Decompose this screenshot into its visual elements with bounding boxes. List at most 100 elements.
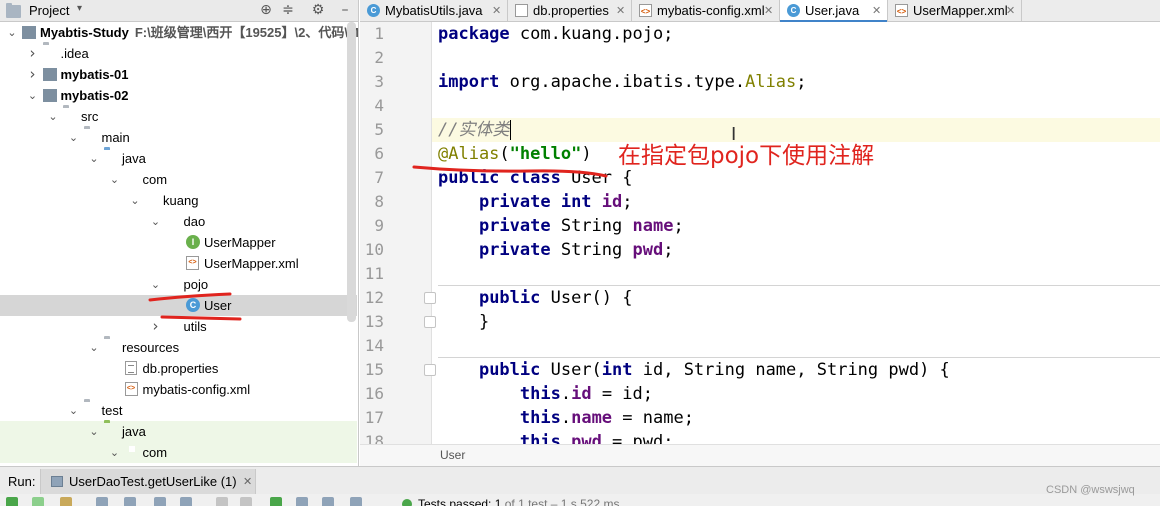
close-icon[interactable]: ✕: [243, 469, 252, 494]
tree-item[interactable]: db.properties: [0, 358, 357, 379]
gear-icon[interactable]: ⚙: [309, 1, 327, 19]
ignored-filter-icon[interactable]: [60, 497, 72, 506]
tree-item[interactable]: › .idea: [0, 43, 357, 64]
tree-item[interactable]: ⌄ main: [0, 127, 357, 148]
import-icon[interactable]: [296, 497, 308, 506]
chevron-down-icon[interactable]: ⌄: [6, 22, 18, 43]
chevron-down-icon[interactable]: ⌄: [68, 400, 80, 421]
minimize-icon[interactable]: –: [336, 1, 354, 19]
tree-item-label: pojo: [183, 277, 209, 292]
fold-marker-icon[interactable]: [424, 316, 436, 328]
code-token: ;: [796, 72, 807, 92]
tree-item[interactable]: › utils: [0, 316, 357, 337]
tree-item[interactable]: C User: [0, 295, 357, 316]
project-view-dropdown-icon[interactable]: ▾: [77, 3, 82, 14]
chevron-down-icon[interactable]: ⌄: [150, 211, 162, 232]
fold-marker-icon[interactable]: [424, 292, 436, 304]
code-line[interactable]: }: [438, 310, 489, 334]
properties-file-icon: [124, 361, 137, 375]
chevron-down-icon[interactable]: ⌄: [68, 127, 80, 148]
passed-filter-icon[interactable]: [32, 497, 44, 506]
code-token: User() {: [540, 288, 633, 308]
tree-item[interactable]: ⌄ test: [0, 400, 357, 421]
breadcrumb-item[interactable]: User: [440, 448, 465, 462]
editor-tab[interactable]: <> mybatis-config.xml ✕: [632, 0, 780, 22]
code-line[interactable]: private String pwd;: [438, 238, 674, 262]
code-token: @Alias: [438, 144, 500, 164]
tree-item[interactable]: ⌄ java: [0, 421, 357, 442]
previous-icon[interactable]: [216, 497, 228, 506]
chevron-down-icon[interactable]: ⌄: [88, 421, 100, 442]
project-view-label[interactable]: Project: [29, 3, 69, 18]
code-line[interactable]: this.name = name;: [438, 406, 694, 430]
close-tab-icon[interactable]: ✕: [1006, 0, 1015, 21]
chevron-down-icon[interactable]: ⌄: [27, 85, 39, 106]
chevron-down-icon[interactable]: ⌄: [129, 190, 141, 211]
tree-item[interactable]: ⌄ Myabtis-Study F:\班级管理\西开【19525】\2、代码\My: [0, 22, 358, 43]
tree-scrollbar[interactable]: [347, 22, 356, 322]
tree-item[interactable]: ⌄ src: [0, 106, 357, 127]
code-token: name: [571, 408, 613, 428]
expand-all-icon[interactable]: [154, 497, 166, 506]
tree-item[interactable]: <> UserMapper.xml: [0, 253, 357, 274]
tree-item-label: UserMapper: [204, 235, 276, 250]
code-line[interactable]: public User() {: [438, 286, 633, 310]
tree-item[interactable]: ⌄ dao: [0, 211, 357, 232]
run-config-tab[interactable]: UserDaoTest.getUserLike (1) ✕: [40, 469, 256, 495]
rerun-icon[interactable]: [6, 497, 18, 506]
settings-icon[interactable]: [350, 497, 362, 506]
editor-tab[interactable]: db.properties ✕: [508, 0, 632, 22]
chevron-down-icon[interactable]: ⌄: [109, 442, 121, 463]
close-tab-icon[interactable]: ✕: [764, 0, 773, 21]
editor-tab[interactable]: C MybatisUtils.java ✕: [360, 0, 508, 22]
chevron-down-icon[interactable]: ⌄: [88, 337, 100, 358]
code-line[interactable]: import org.apache.ibatis.type.Alias;: [438, 70, 807, 94]
tree-item[interactable]: ⌄ pojo: [0, 274, 357, 295]
sort-duration-icon[interactable]: [124, 497, 136, 506]
tree-item[interactable]: › mybatis-01: [0, 64, 357, 85]
next-icon[interactable]: [240, 497, 252, 506]
code-line[interactable]: private String name;: [438, 214, 684, 238]
collapse-all-icon[interactable]: [180, 497, 192, 506]
chevron-right-icon[interactable]: ›: [27, 43, 39, 64]
editor-tab-label: db.properties: [533, 3, 609, 18]
close-tab-icon[interactable]: ✕: [616, 0, 625, 21]
close-tab-icon[interactable]: ✕: [872, 0, 881, 21]
code-line[interactable]: public User(int id, String name, String …: [438, 358, 950, 382]
code-line[interactable]: private int id;: [438, 190, 633, 214]
chevron-right-icon[interactable]: ›: [150, 316, 162, 337]
line-number: 13: [364, 312, 384, 331]
tree-item[interactable]: <> mybatis-config.xml: [0, 379, 357, 400]
editor-tab[interactable]: C User.java ✕: [780, 0, 888, 23]
code-editor[interactable]: 1 2 3 4 5 6 7 8 9 10 11 12 13 14 15 16 17 18 package com.…: [360, 22, 1160, 444]
chevron-down-icon[interactable]: ⌄: [88, 148, 100, 169]
code-line[interactable]: this.id = id;: [438, 382, 653, 406]
close-tab-icon[interactable]: ✕: [492, 0, 501, 21]
code-line[interactable]: @Alias("hello"): [438, 142, 592, 166]
chevron-down-icon[interactable]: ⌄: [150, 274, 162, 295]
tree-item[interactable]: ⌄ kuang: [0, 190, 357, 211]
tree-item[interactable]: ⌄ java: [0, 148, 357, 169]
sort-alpha-icon[interactable]: [96, 497, 108, 506]
tree-item[interactable]: ⌄ com: [0, 169, 357, 190]
target-icon[interactable]: ⊕: [257, 1, 275, 19]
chevron-down-icon[interactable]: ⌄: [109, 169, 121, 190]
code-line[interactable]: //实体类: [438, 118, 512, 142]
code-token: com.kuang.pojo;: [509, 24, 674, 44]
code-line[interactable]: this.pwd = pwd;: [438, 430, 674, 444]
code-line[interactable]: public class User {: [438, 166, 632, 190]
tree-item[interactable]: I UserMapper: [0, 232, 357, 253]
code-token: Alias: [745, 72, 797, 92]
history-icon[interactable]: [322, 497, 334, 506]
export-icon[interactable]: [270, 497, 282, 506]
tree-item[interactable]: ⌄ resources: [0, 337, 357, 358]
code-line[interactable]: package com.kuang.pojo;: [438, 22, 673, 46]
tree-item-label: UserMapper.xml: [204, 256, 299, 271]
tree-item[interactable]: ⌄ com: [0, 442, 357, 463]
collapse-icon[interactable]: ≑: [279, 1, 297, 19]
chevron-down-icon[interactable]: ⌄: [47, 106, 59, 127]
tree-item[interactable]: ⌄ mybatis-02: [0, 85, 357, 106]
fold-marker-icon[interactable]: [424, 364, 436, 376]
chevron-right-icon[interactable]: ›: [27, 64, 39, 85]
editor-tab[interactable]: <> UserMapper.xml ✕: [888, 0, 1022, 22]
